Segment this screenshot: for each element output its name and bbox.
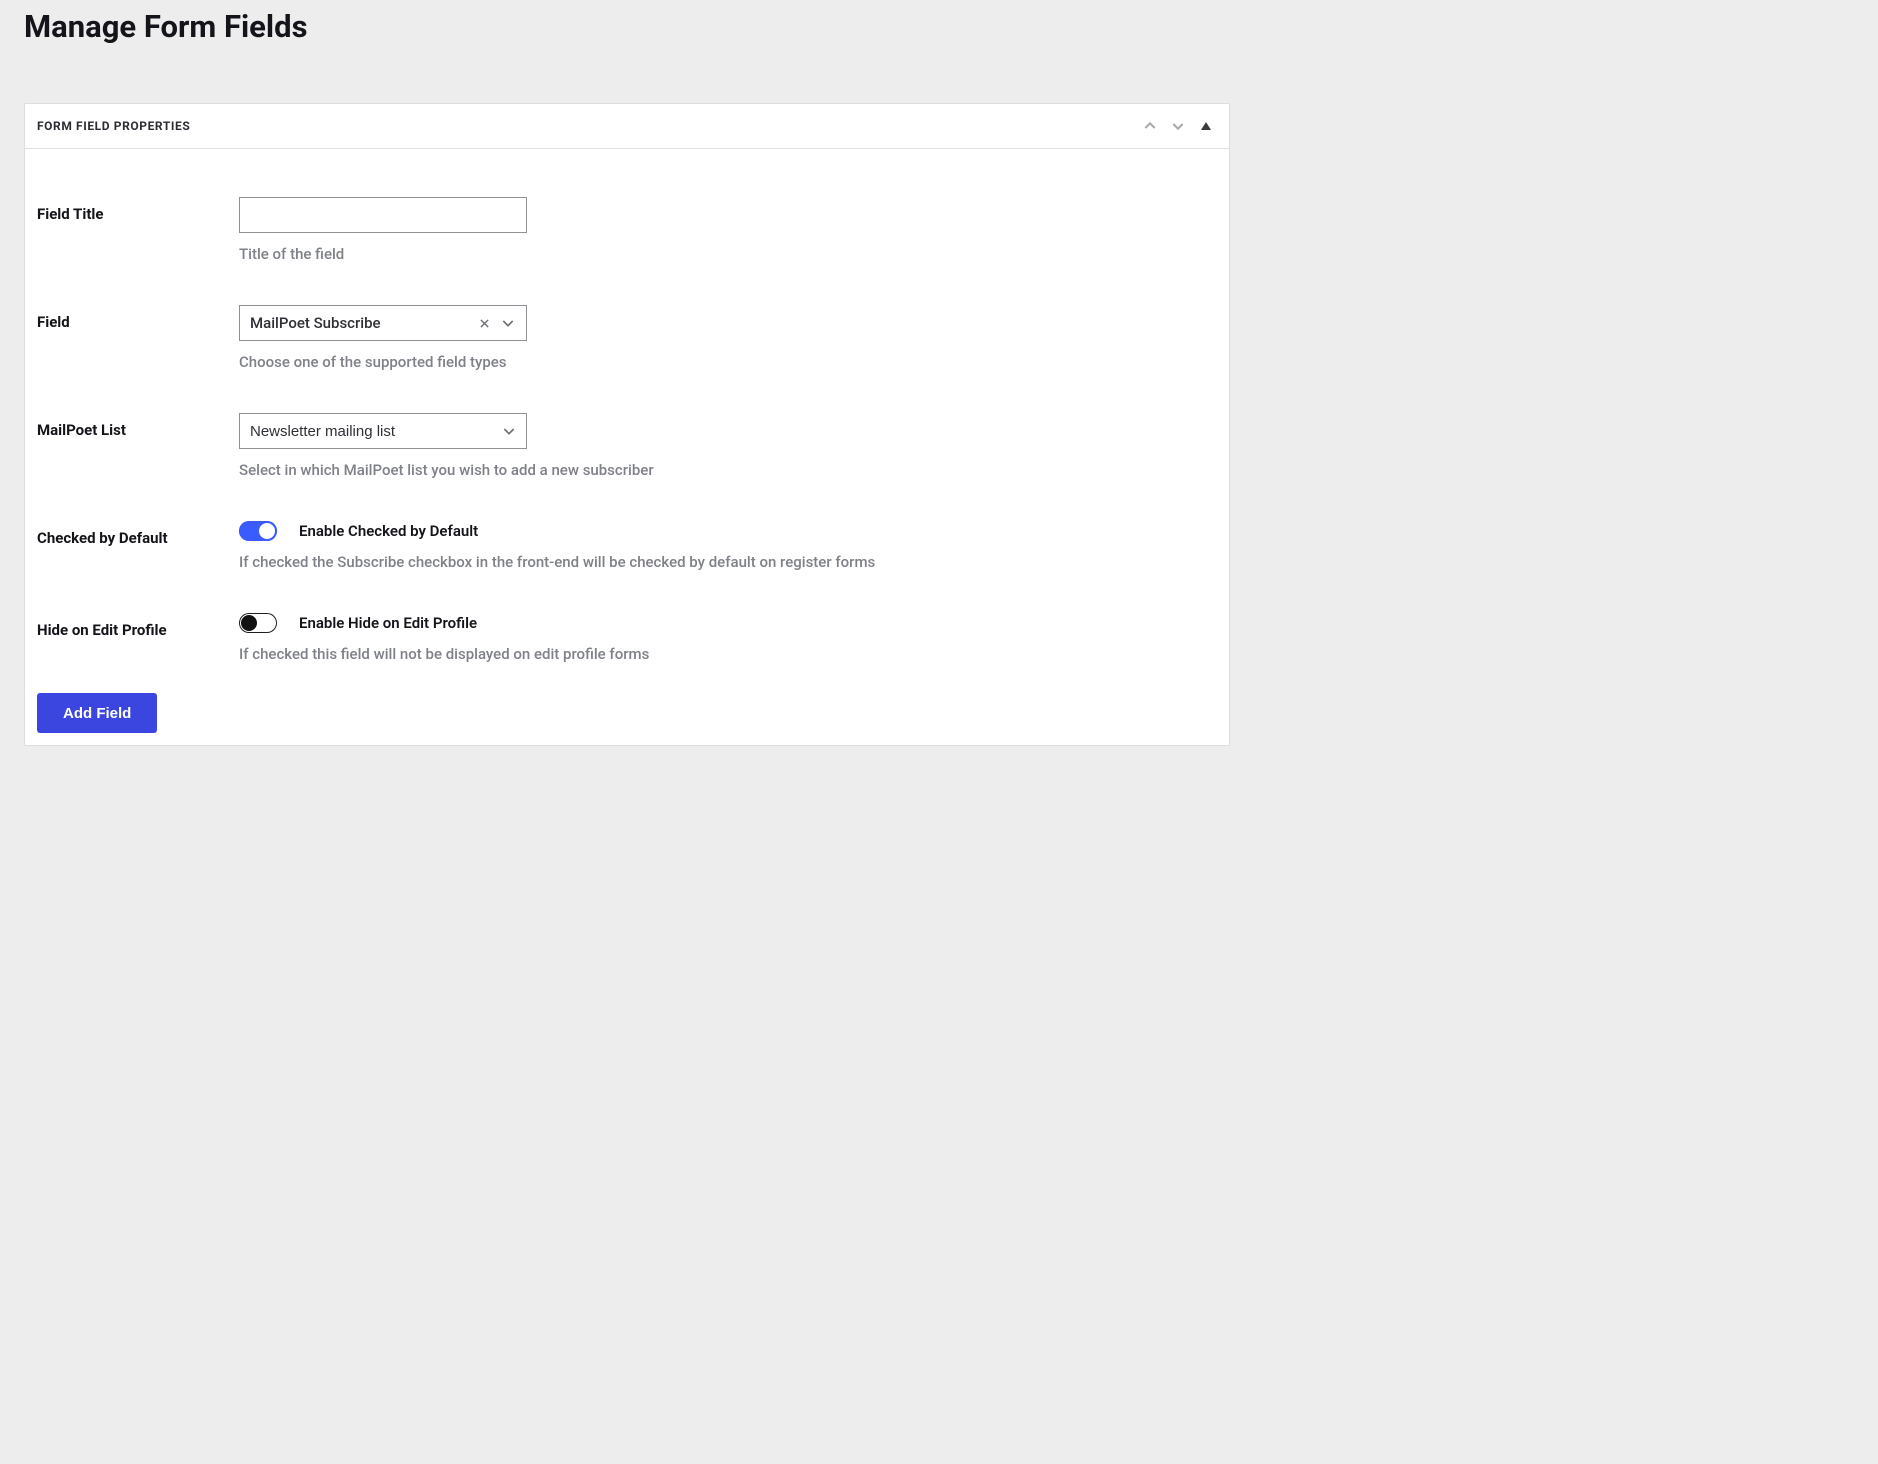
row-field-type: Field MailPoet Subscribe Choose one of t…	[37, 305, 1217, 371]
chevron-up-icon[interactable]	[1141, 117, 1159, 135]
hide-profile-help: If checked this field will not be displa…	[239, 645, 1217, 663]
add-field-button[interactable]: Add Field	[37, 693, 157, 733]
hide-profile-toggle-label: Enable Hide on Edit Profile	[299, 614, 477, 632]
form-field-properties-panel: FORM FIELD PROPERTIES Field Title Title …	[24, 103, 1230, 746]
checked-default-help: If checked the Subscribe checkbox in the…	[239, 553, 1217, 571]
toggle-knob	[259, 523, 275, 539]
field-title-help: Title of the field	[239, 245, 1217, 263]
mailpoet-list-label: MailPoet List	[37, 413, 239, 439]
panel-header: FORM FIELD PROPERTIES	[25, 104, 1229, 149]
mailpoet-list-help: Select in which MailPoet list you wish t…	[239, 461, 1217, 479]
panel-title: FORM FIELD PROPERTIES	[37, 119, 190, 133]
row-checked-default: Checked by Default Enable Checked by Def…	[37, 521, 1217, 571]
checked-default-toggle[interactable]	[239, 521, 277, 541]
panel-body: Field Title Title of the field Field Mai…	[25, 149, 1229, 745]
checked-default-toggle-label: Enable Checked by Default	[299, 522, 478, 540]
field-type-label: Field	[37, 305, 239, 331]
hide-profile-control: Enable Hide on Edit Profile If checked t…	[239, 613, 1217, 663]
hide-profile-toggle[interactable]	[239, 613, 277, 633]
toggle-knob	[241, 615, 257, 631]
collapse-triangle-icon[interactable]	[1197, 117, 1215, 135]
chevron-down-icon[interactable]	[500, 315, 516, 331]
hide-profile-label: Hide on Edit Profile	[37, 613, 239, 639]
mailpoet-list-select[interactable]: Newsletter mailing list	[239, 413, 527, 449]
field-type-help: Choose one of the supported field types	[239, 353, 1217, 371]
field-title-input[interactable]	[239, 197, 527, 233]
field-type-combobox[interactable]: MailPoet Subscribe	[239, 305, 527, 341]
row-hide-profile: Hide on Edit Profile Enable Hide on Edit…	[37, 613, 1217, 663]
field-type-control: MailPoet Subscribe Choose one of the sup…	[239, 305, 1217, 371]
row-mailpoet-list: MailPoet List Newsletter mailing list Se…	[37, 413, 1217, 479]
chevron-down-icon[interactable]	[1169, 117, 1187, 135]
clear-icon[interactable]	[479, 318, 490, 329]
checked-default-label: Checked by Default	[37, 521, 239, 547]
field-title-control: Title of the field	[239, 197, 1217, 263]
mailpoet-list-control: Newsletter mailing list Select in which …	[239, 413, 1217, 479]
row-field-title: Field Title Title of the field	[37, 197, 1217, 263]
page-title: Manage Form Fields	[0, 0, 1254, 45]
checked-default-control: Enable Checked by Default If checked the…	[239, 521, 1217, 571]
field-title-label: Field Title	[37, 197, 239, 223]
panel-header-controls	[1141, 117, 1215, 135]
field-type-value: MailPoet Subscribe	[250, 314, 479, 332]
